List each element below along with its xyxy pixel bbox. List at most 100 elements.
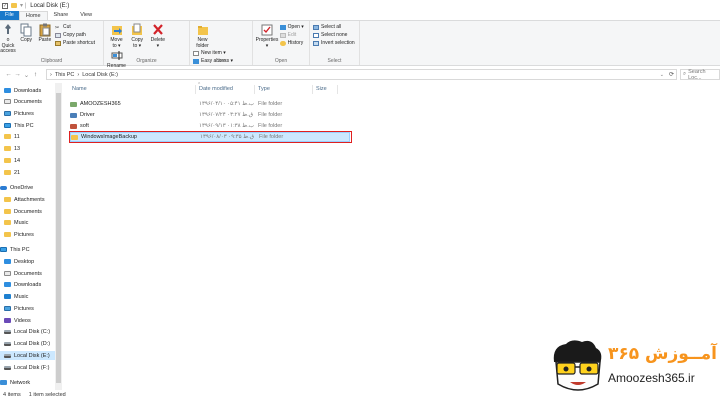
sidebar-item-local-disk-d[interactable]: Local Disk (D:) (4, 339, 50, 348)
column-header-date[interactable]: Date modified (199, 86, 233, 92)
sidebar-item-this-pc-pinned[interactable]: This PC (4, 121, 34, 130)
file-row-soft[interactable]: soft ۱۳۹۶/۰۹/۱۳ ب.ظ ۰۱:۳۸ File folder (70, 121, 350, 131)
select-none-button[interactable]: Select none (313, 32, 355, 39)
paste-button[interactable]: Paste (36, 23, 53, 44)
copy-path-button[interactable]: Copy path (55, 32, 95, 39)
sidebar-item-pc-music[interactable]: Music (4, 292, 28, 301)
select-all-button[interactable]: Select all (313, 24, 355, 31)
videos-icon (4, 318, 11, 323)
sidebar-item-pc-downloads[interactable]: Downloads (4, 280, 41, 289)
column-divider[interactable] (254, 85, 255, 94)
move-to-icon (111, 23, 123, 37)
logo-site-text: Amoozesh365.ir (608, 371, 695, 385)
select-none-icon (313, 33, 319, 38)
edit-button[interactable]: Edit (279, 32, 304, 39)
open-button[interactable]: Open ▾ (279, 24, 304, 31)
sidebar-item-pc-documents[interactable]: Documents (4, 269, 42, 278)
sidebar-item-videos[interactable]: Videos (4, 316, 31, 325)
sidebar-scrollbar-thumb[interactable] (56, 93, 61, 383)
sidebar-item-13[interactable]: 13 (4, 144, 20, 153)
tab-view[interactable]: View (74, 11, 98, 20)
copy-to-button[interactable]: Copy to ▾ (128, 23, 147, 49)
breadcrumb-local-disk[interactable]: Local Disk (E:) (82, 72, 118, 78)
sidebar-item-desktop[interactable]: Desktop (4, 257, 34, 266)
sidebar-item-onedrive-music[interactable]: Music (4, 218, 28, 227)
sidebar-scrollbar[interactable] (55, 83, 62, 390)
copy-path-label: Copy path (63, 32, 86, 38)
organize-group-label: Organize (136, 58, 157, 64)
copy-button[interactable]: Copy (18, 23, 35, 44)
paste-shortcut-button[interactable]: Paste shortcut (55, 40, 95, 47)
sidebar-item-local-disk-e[interactable]: Local Disk (E:) (0, 351, 55, 360)
sidebar-item-onedrive-pictures[interactable]: Pictures (4, 230, 34, 239)
history-button[interactable]: History (279, 40, 304, 47)
tab-share[interactable]: Share (48, 11, 75, 20)
move-to-button[interactable]: Move to ▾ (107, 23, 126, 49)
back-arrow-icon[interactable]: ← (4, 71, 13, 78)
new-folder-quick-icon[interactable] (11, 3, 17, 8)
invert-selection-button[interactable]: Invert selection (313, 40, 355, 47)
sidebar-item-attachments[interactable]: Attachments (4, 195, 45, 204)
sidebar-item-21[interactable]: 21 (4, 168, 20, 177)
music-icon (4, 294, 11, 299)
properties-button[interactable]: Properties ▾ (256, 23, 278, 49)
move-to-label: Move to ▾ (110, 37, 123, 49)
column-divider[interactable] (337, 85, 338, 94)
tab-home[interactable]: Home (18, 11, 48, 20)
file-type: File folder (258, 101, 283, 107)
organize-group: Move to ▾ Copy to ▾ Delete ▾ Rename Orga… (104, 21, 190, 69)
sidebar-item-label: Documents (14, 98, 42, 105)
column-divider[interactable] (195, 85, 196, 94)
file-name: AMOOZESH365 (80, 101, 121, 107)
column-header-size[interactable]: Size (316, 86, 327, 92)
recent-chevron-icon[interactable]: ⌄ (22, 71, 31, 79)
ribbon-tabs: File Home Share View (0, 11, 720, 20)
delete-icon (152, 23, 164, 37)
customize-toolbar-icon[interactable]: ▾ | (20, 2, 26, 9)
sidebar-item-label: Music (14, 219, 29, 226)
address-history-chevron-icon[interactable]: ⌄ (660, 72, 664, 78)
cut-label: Cut (63, 24, 71, 30)
pin-icon (2, 23, 14, 37)
address-bar[interactable]: › This PC › Local Disk (E:) ⌄ ⟳ (46, 69, 677, 80)
sidebar-item-documents[interactable]: Documents (4, 97, 42, 106)
refresh-icon[interactable]: ⟳ (669, 71, 674, 78)
cut-button[interactable]: ✂ Cut (55, 24, 95, 31)
file-row-driver[interactable]: Driver ۱۳۹۶/۰۷/۲۴ ق.ظ ۰۳:۲۷ File folder (70, 110, 350, 120)
breadcrumb-this-pc[interactable]: This PC (55, 72, 75, 78)
sidebar-item-local-disk-f[interactable]: Local Disk (F:) (4, 363, 49, 372)
tab-file[interactable]: File (0, 11, 19, 20)
delete-button[interactable]: Delete ▾ (148, 23, 167, 49)
sidebar-item-label: Local Disk (E:) (14, 352, 50, 359)
watermark-logo: آمــوزش ۳۶۵ Amoozesh365.ir (548, 338, 720, 400)
column-divider[interactable] (312, 85, 313, 94)
search-icon: ⌕ (683, 71, 687, 77)
folder-icon (4, 232, 11, 237)
properties-check-icon[interactable]: ✓ (2, 2, 8, 9)
select-none-label: Select none (321, 32, 348, 38)
pin-quick-access-button[interactable]: o Quick access (0, 23, 16, 55)
sidebar-item-network[interactable]: Network (0, 378, 30, 387)
column-header-name[interactable]: Name (72, 86, 87, 92)
sidebar-item-pictures[interactable]: Pictures (4, 109, 34, 118)
sidebar-item-14[interactable]: 14 (4, 156, 20, 165)
copy-to-icon (131, 23, 143, 37)
sidebar-item-label: Downloads (14, 281, 42, 288)
up-arrow-icon[interactable]: ↑ (31, 71, 40, 78)
sidebar-item-local-disk-c[interactable]: Local Disk (C:) (4, 327, 50, 336)
folder-icon (4, 158, 11, 163)
file-row-amoozesh365[interactable]: AMOOZESH365 ۱۳۹۶/۰۴/۱۰ ب.ظ ۰۵:۴۱ File fo… (70, 99, 350, 109)
sidebar-item-downloads[interactable]: Downloads (4, 86, 41, 95)
sidebar-item-11[interactable]: 11 (4, 132, 20, 141)
properties-label: Properties ▾ (255, 37, 279, 49)
column-header-type[interactable]: Type (258, 86, 270, 92)
new-folder-button[interactable]: New folder (193, 23, 212, 49)
sidebar-item-this-pc[interactable]: This PC (0, 245, 30, 254)
forward-arrow-icon[interactable]: → (13, 71, 22, 78)
sidebar-item-label: Attachments (14, 196, 45, 203)
sidebar-item-pc-pictures[interactable]: Pictures (4, 304, 34, 313)
new-item-button[interactable]: New item ▾ (193, 50, 233, 57)
sidebar-item-onedrive[interactable]: OneDrive (0, 183, 33, 192)
search-box[interactable]: ⌕ Search Loc... (680, 69, 720, 81)
sidebar-item-onedrive-documents[interactable]: Documents (4, 207, 42, 216)
